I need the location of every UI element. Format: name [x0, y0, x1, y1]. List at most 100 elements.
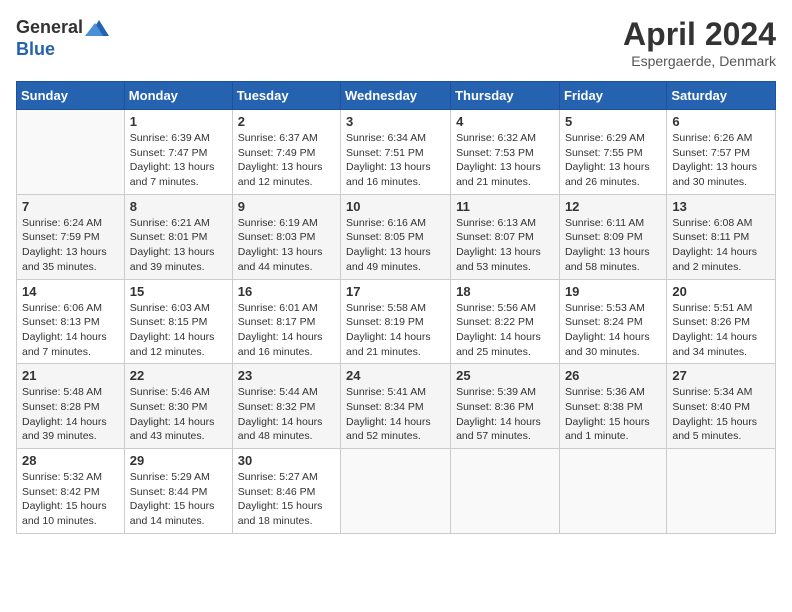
calendar-cell: 29 Sunrise: 5:29 AMSunset: 8:44 PMDayligh… [124, 449, 232, 534]
calendar-cell: 6 Sunrise: 6:26 AMSunset: 7:57 PMDaylight… [667, 110, 776, 195]
day-info: Sunrise: 6:26 AMSunset: 7:57 PMDaylight:… [672, 131, 770, 190]
logo-icon [85, 16, 109, 40]
day-number: 29 [130, 453, 227, 468]
day-number: 16 [238, 284, 335, 299]
day-number: 17 [346, 284, 445, 299]
day-info: Sunrise: 5:56 AMSunset: 8:22 PMDaylight:… [456, 301, 554, 360]
day-number: 3 [346, 114, 445, 129]
day-info: Sunrise: 6:01 AMSunset: 8:17 PMDaylight:… [238, 301, 335, 360]
calendar-cell [667, 449, 776, 534]
day-number: 19 [565, 284, 661, 299]
calendar-week-row: 28 Sunrise: 5:32 AMSunset: 8:42 PMDayligh… [17, 449, 776, 534]
location: Espergaerde, Denmark [623, 53, 776, 69]
calendar-cell: 27 Sunrise: 5:34 AMSunset: 8:40 PMDayligh… [667, 364, 776, 449]
day-info: Sunrise: 5:36 AMSunset: 8:38 PMDaylight:… [565, 385, 661, 444]
day-info: Sunrise: 5:32 AMSunset: 8:42 PMDaylight:… [22, 470, 119, 529]
day-info: Sunrise: 5:27 AMSunset: 8:46 PMDaylight:… [238, 470, 335, 529]
calendar-cell: 4 Sunrise: 6:32 AMSunset: 7:53 PMDaylight… [451, 110, 560, 195]
day-info: Sunrise: 6:08 AMSunset: 8:11 PMDaylight:… [672, 216, 770, 275]
calendar-cell: 1 Sunrise: 6:39 AMSunset: 7:47 PMDaylight… [124, 110, 232, 195]
calendar-cell: 17 Sunrise: 5:58 AMSunset: 8:19 PMDayligh… [341, 279, 451, 364]
day-info: Sunrise: 6:24 AMSunset: 7:59 PMDaylight:… [22, 216, 119, 275]
day-number: 25 [456, 368, 554, 383]
calendar-week-row: 7 Sunrise: 6:24 AMSunset: 7:59 PMDaylight… [17, 194, 776, 279]
calendar-cell: 28 Sunrise: 5:32 AMSunset: 8:42 PMDayligh… [17, 449, 125, 534]
day-number: 4 [456, 114, 554, 129]
day-number: 30 [238, 453, 335, 468]
day-info: Sunrise: 6:03 AMSunset: 8:15 PMDaylight:… [130, 301, 227, 360]
calendar-cell: 7 Sunrise: 6:24 AMSunset: 7:59 PMDaylight… [17, 194, 125, 279]
day-info: Sunrise: 6:29 AMSunset: 7:55 PMDaylight:… [565, 131, 661, 190]
month-title: April 2024 [623, 16, 776, 53]
calendar-cell: 11 Sunrise: 6:13 AMSunset: 8:07 PMDayligh… [451, 194, 560, 279]
weekday-header-friday: Friday [559, 82, 666, 110]
day-info: Sunrise: 5:58 AMSunset: 8:19 PMDaylight:… [346, 301, 445, 360]
calendar-cell: 23Sunrise: 5:44 AMSunset: 8:32 PMDayligh… [232, 364, 340, 449]
calendar-cell: 12Sunrise: 6:11 AMSunset: 8:09 PMDayligh… [559, 194, 666, 279]
calendar-cell [17, 110, 125, 195]
day-number: 27 [672, 368, 770, 383]
calendar-cell: 20Sunrise: 5:51 AMSunset: 8:26 PMDayligh… [667, 279, 776, 364]
day-info: Sunrise: 5:41 AMSunset: 8:34 PMDaylight:… [346, 385, 445, 444]
calendar-cell: 30 Sunrise: 5:27 AMSunset: 8:46 PMDayligh… [232, 449, 340, 534]
day-number: 11 [456, 199, 554, 214]
day-number: 6 [672, 114, 770, 129]
day-info: Sunrise: 6:39 AMSunset: 7:47 PMDaylight:… [130, 131, 227, 190]
calendar-cell [451, 449, 560, 534]
calendar-cell: 24 Sunrise: 5:41 AMSunset: 8:34 PMDayligh… [341, 364, 451, 449]
day-info: Sunrise: 6:13 AMSunset: 8:07 PMDaylight:… [456, 216, 554, 275]
weekday-header-monday: Monday [124, 82, 232, 110]
day-number: 24 [346, 368, 445, 383]
day-info: Sunrise: 5:39 AMSunset: 8:36 PMDaylight:… [456, 385, 554, 444]
day-number: 13 [672, 199, 770, 214]
weekday-header-thursday: Thursday [451, 82, 560, 110]
day-info: Sunrise: 6:21 AMSunset: 8:01 PMDaylight:… [130, 216, 227, 275]
day-info: Sunrise: 5:29 AMSunset: 8:44 PMDaylight:… [130, 470, 227, 529]
day-info: Sunrise: 5:53 AMSunset: 8:24 PMDaylight:… [565, 301, 661, 360]
calendar-cell: 10Sunrise: 6:16 AMSunset: 8:05 PMDayligh… [341, 194, 451, 279]
day-number: 5 [565, 114, 661, 129]
day-number: 23 [238, 368, 335, 383]
calendar-cell: 3 Sunrise: 6:34 AMSunset: 7:51 PMDaylight… [341, 110, 451, 195]
calendar-week-row: 1 Sunrise: 6:39 AMSunset: 7:47 PMDaylight… [17, 110, 776, 195]
calendar-cell: 26 Sunrise: 5:36 AMSunset: 8:38 PMDayligh… [559, 364, 666, 449]
calendar-cell: 25 Sunrise: 5:39 AMSunset: 8:36 PMDayligh… [451, 364, 560, 449]
day-info: Sunrise: 6:34 AMSunset: 7:51 PMDaylight:… [346, 131, 445, 190]
day-number: 26 [565, 368, 661, 383]
day-number: 7 [22, 199, 119, 214]
calendar-cell: 22Sunrise: 5:46 AMSunset: 8:30 PMDayligh… [124, 364, 232, 449]
calendar-cell: 2Sunrise: 6:37 AMSunset: 7:49 PMDaylight… [232, 110, 340, 195]
day-number: 9 [238, 199, 335, 214]
calendar-cell [559, 449, 666, 534]
day-number: 28 [22, 453, 119, 468]
day-number: 18 [456, 284, 554, 299]
weekday-header-wednesday: Wednesday [341, 82, 451, 110]
calendar-cell: 8 Sunrise: 6:21 AMSunset: 8:01 PMDaylight… [124, 194, 232, 279]
calendar-cell [341, 449, 451, 534]
day-number: 8 [130, 199, 227, 214]
weekday-header-sunday: Sunday [17, 82, 125, 110]
day-info: Sunrise: 5:46 AMSunset: 8:30 PMDaylight:… [130, 385, 227, 444]
day-number: 12 [565, 199, 661, 214]
day-number: 1 [130, 114, 227, 129]
day-info: Sunrise: 5:34 AMSunset: 8:40 PMDaylight:… [672, 385, 770, 444]
day-number: 21 [22, 368, 119, 383]
day-info: Sunrise: 5:48 AMSunset: 8:28 PMDaylight:… [22, 385, 119, 444]
calendar-week-row: 21 Sunrise: 5:48 AMSunset: 8:28 PMDayligh… [17, 364, 776, 449]
calendar-week-row: 14 Sunrise: 6:06 AMSunset: 8:13 PMDayligh… [17, 279, 776, 364]
logo-text: General Blue [16, 16, 109, 60]
day-info: Sunrise: 6:32 AMSunset: 7:53 PMDaylight:… [456, 131, 554, 190]
day-info: Sunrise: 6:37 AMSunset: 7:49 PMDaylight:… [238, 131, 335, 190]
day-number: 15 [130, 284, 227, 299]
weekday-header-row: SundayMondayTuesdayWednesdayThursdayFrid… [17, 82, 776, 110]
day-info: Sunrise: 6:06 AMSunset: 8:13 PMDaylight:… [22, 301, 119, 360]
calendar-table: SundayMondayTuesdayWednesdayThursdayFrid… [16, 81, 776, 534]
calendar-cell: 15 Sunrise: 6:03 AMSunset: 8:15 PMDayligh… [124, 279, 232, 364]
calendar-cell: 21 Sunrise: 5:48 AMSunset: 8:28 PMDayligh… [17, 364, 125, 449]
weekday-header-saturday: Saturday [667, 82, 776, 110]
calendar-cell: 9Sunrise: 6:19 AMSunset: 8:03 PMDaylight… [232, 194, 340, 279]
day-number: 14 [22, 284, 119, 299]
calendar-cell: 16 Sunrise: 6:01 AMSunset: 8:17 PMDayligh… [232, 279, 340, 364]
calendar-cell: 14 Sunrise: 6:06 AMSunset: 8:13 PMDayligh… [17, 279, 125, 364]
calendar-cell: 13 Sunrise: 6:08 AMSunset: 8:11 PMDayligh… [667, 194, 776, 279]
